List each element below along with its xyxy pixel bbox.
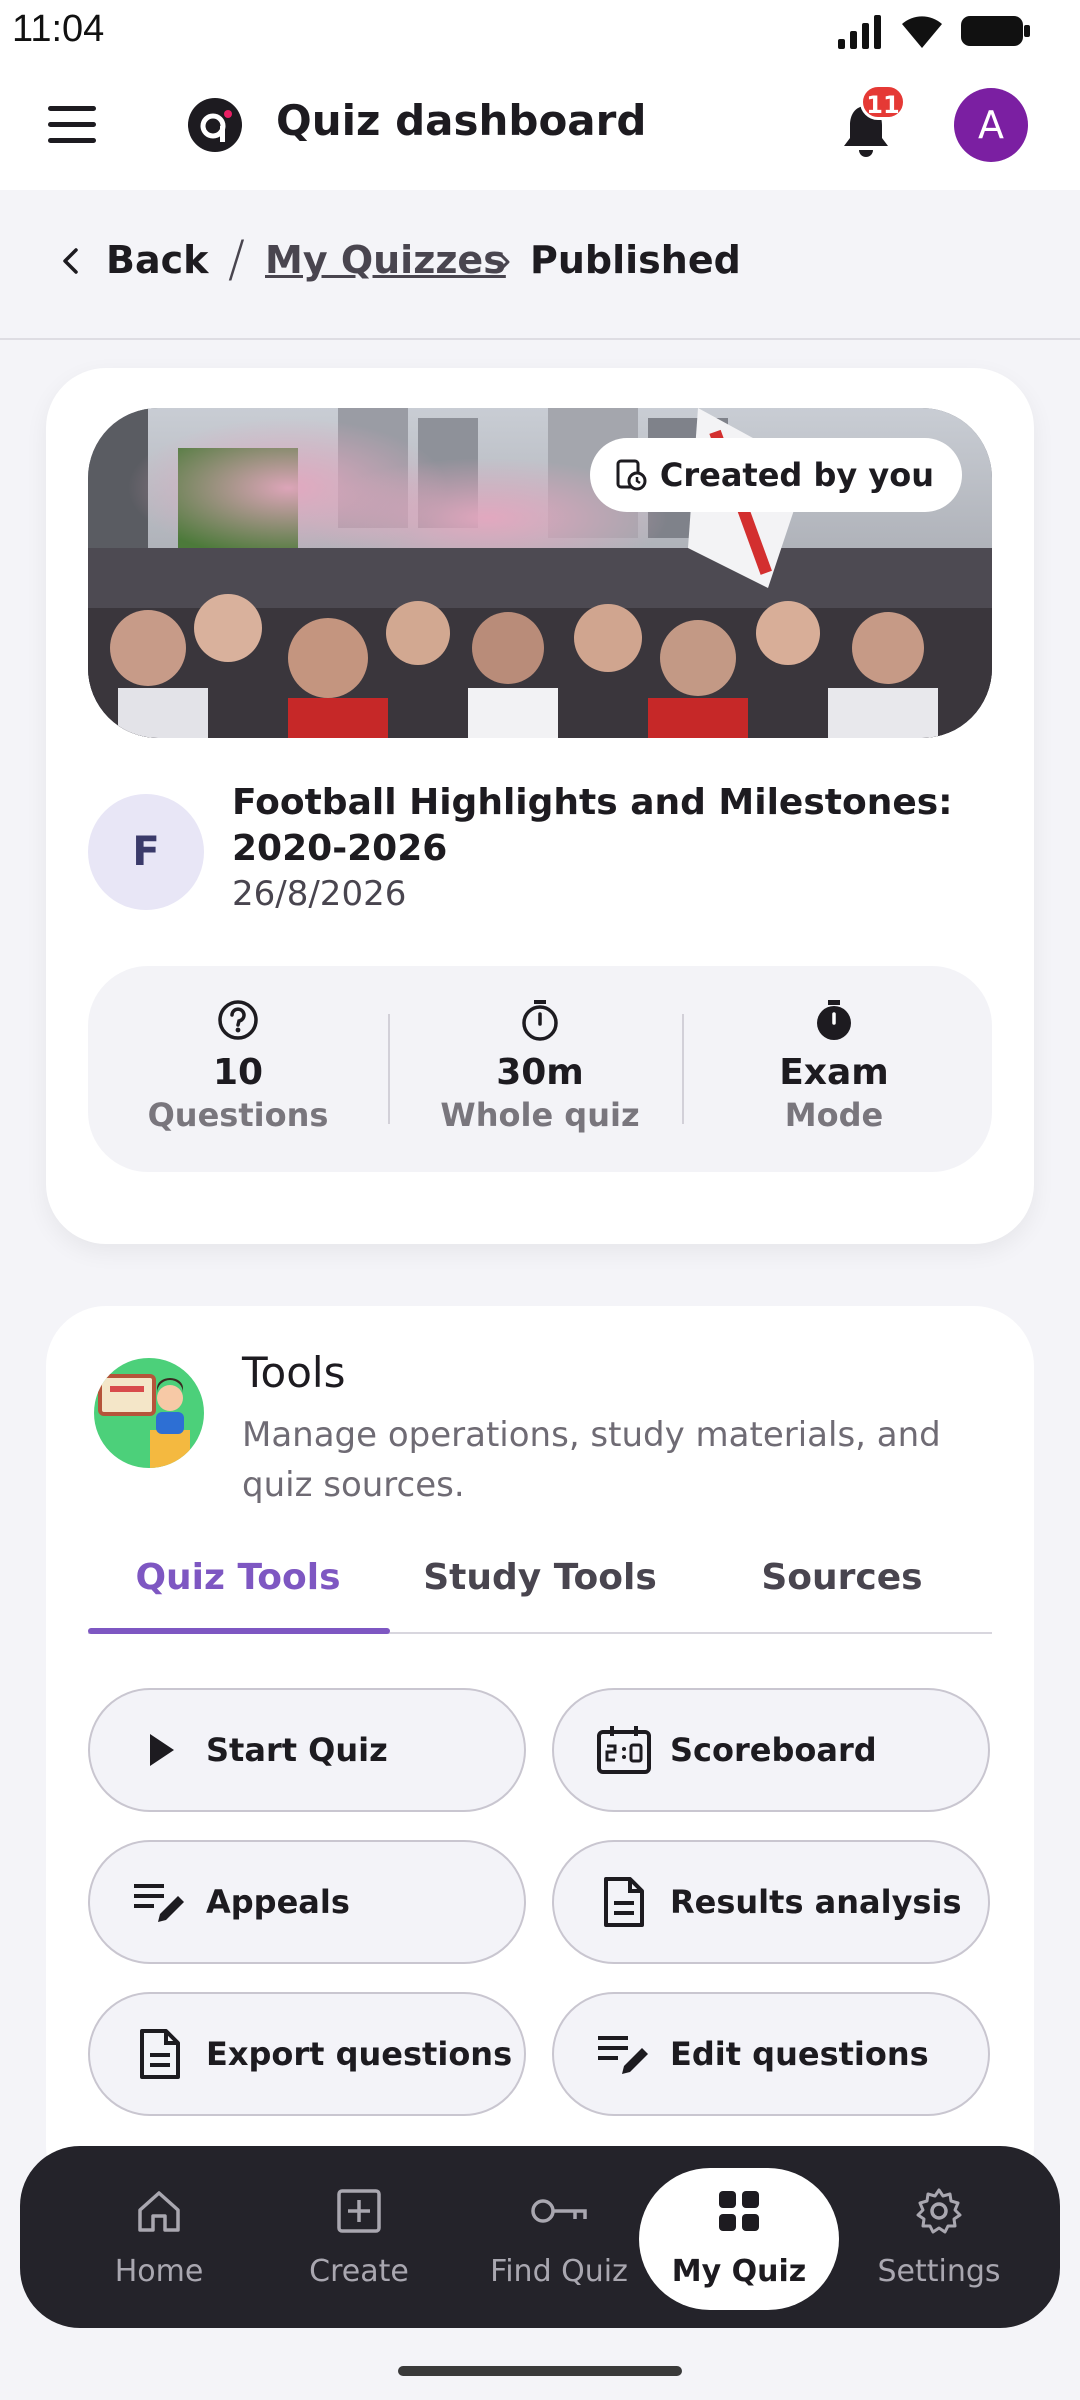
status-bar: 11:04 (0, 0, 1080, 62)
quiz-initial-avatar: F (88, 794, 204, 910)
avatar[interactable]: A (954, 88, 1028, 162)
active-tab-indicator (88, 1628, 390, 1634)
gear-icon (916, 2188, 962, 2234)
export-questions-button[interactable]: Export questions (88, 1992, 526, 2116)
button-label: Edit questions (670, 2035, 929, 2073)
start-quiz-button[interactable]: Start Quiz (88, 1688, 526, 1812)
tools-title: Tools (242, 1348, 346, 1397)
status-time: 11:04 (12, 8, 105, 50)
appeals-button[interactable]: Appeals (88, 1840, 526, 1964)
status-icons (836, 12, 1032, 50)
question-icon (218, 1000, 258, 1040)
play-icon (150, 1734, 174, 1766)
quiz-date: 26/8/2026 (232, 874, 407, 914)
notification-badge: 11 (860, 84, 906, 120)
quiz-stats: 10 Questions 30m Whole quiz Exam Mode (88, 966, 992, 1172)
stat-label: Mode (784, 1096, 884, 1134)
tab-sources[interactable]: Sources (692, 1538, 992, 1634)
edit-list-icon (598, 2036, 648, 2074)
stat-questions: 10 Questions (88, 966, 388, 1172)
nav-label: Create (309, 2254, 409, 2289)
quiz-title: Football Highlights and Milestones: 2020… (232, 782, 953, 869)
document-icon (604, 1877, 644, 1927)
stat-value: Exam (779, 1052, 889, 1093)
nav-label: My Quiz (671, 2254, 807, 2289)
results-analysis-button[interactable]: Results analysis (552, 1840, 990, 1964)
chevron-right-icon (499, 253, 510, 271)
nav-home[interactable]: Home (59, 2146, 259, 2328)
stat-value: 10 (212, 1052, 264, 1093)
menu-icon (48, 106, 96, 111)
app-header: Quiz dashboard 11 A (0, 62, 1080, 190)
breadcrumb: Back / My Quizzes Published (0, 190, 1080, 340)
nav-my-quiz[interactable]: My Quiz (639, 2146, 839, 2328)
app-logo (188, 98, 242, 152)
tab-study-tools[interactable]: Study Tools (390, 1538, 690, 1634)
breadcrumb-current: Published (530, 238, 741, 282)
wifi-icon (902, 16, 942, 48)
edit-list-icon (134, 1884, 184, 1922)
scoreboard-icon (597, 1726, 651, 1774)
page-title: Quiz dashboard (276, 96, 647, 145)
grid-icon (719, 2191, 759, 2231)
created-by-you-badge: Created by you (589, 438, 962, 512)
tools-card: Tools Manage operations, study materials… (46, 1306, 1034, 2206)
tools-tabs: Quiz Tools Study Tools Sources (88, 1538, 992, 1634)
nav-label: Settings (877, 2254, 1001, 2289)
key-icon (531, 2199, 587, 2223)
breadcrumb-separator: / (228, 230, 245, 288)
plus-square-icon (337, 2189, 381, 2233)
stat-label: Questions (147, 1096, 329, 1134)
button-label: Appeals (206, 1883, 350, 1921)
stopwatch-icon (817, 1000, 851, 1040)
nav-settings[interactable]: Settings (839, 2146, 1039, 2328)
chevron-left-icon[interactable] (58, 246, 84, 276)
quiz-cover-image: Created by you (88, 408, 992, 738)
signal-icon (838, 15, 881, 49)
stat-duration: 30m Whole quiz (390, 966, 690, 1172)
button-label: Export questions (206, 2035, 513, 2073)
quiz-card: Created by you F Football Highlights and… (46, 368, 1034, 1244)
teacher-icon (94, 1358, 204, 1468)
nav-find-quiz[interactable]: Find Quiz (459, 2146, 659, 2328)
button-label: Start Quiz (206, 1731, 388, 1769)
breadcrumb-my-quizzes[interactable]: My Quizzes (265, 238, 506, 282)
created-by-you-label: Created by you (659, 456, 934, 494)
nav-create[interactable]: Create (259, 2146, 459, 2328)
stat-label: Whole quiz (440, 1096, 640, 1134)
button-label: Results analysis (670, 1883, 962, 1921)
nav-label: Home (114, 2254, 204, 2289)
document-icon (140, 2029, 180, 2079)
home-icon (138, 2191, 180, 2232)
menu-button[interactable] (48, 106, 98, 146)
battery-icon (961, 16, 1030, 46)
back-link[interactable]: Back (106, 238, 208, 282)
scoreboard-button[interactable]: Scoreboard (552, 1688, 990, 1812)
tools-description: Manage operations, study materials, and … (242, 1415, 941, 1505)
edit-questions-button[interactable]: Edit questions (552, 1992, 990, 2116)
stat-value: 30m (496, 1052, 584, 1093)
stat-mode: Exam Mode (684, 966, 984, 1172)
bottom-navigation: Home Create Find Quiz My Quiz Settings (20, 2146, 1060, 2328)
user-clock-icon (616, 459, 647, 491)
tab-quiz-tools[interactable]: Quiz Tools (88, 1538, 388, 1634)
timer-icon (522, 1000, 558, 1041)
button-label: Scoreboard (670, 1731, 877, 1769)
nav-label: Find Quiz (490, 2254, 628, 2289)
home-indicator[interactable] (398, 2366, 682, 2376)
